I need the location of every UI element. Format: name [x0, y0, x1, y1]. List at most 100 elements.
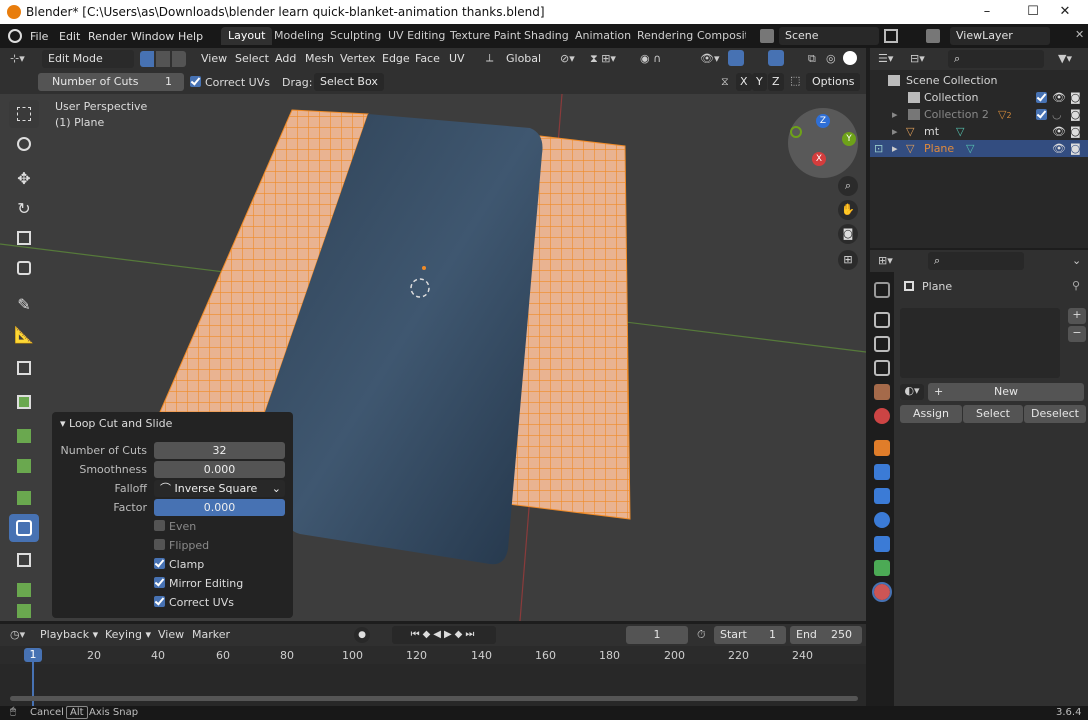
menu-view[interactable]: View — [201, 52, 227, 65]
clamp-toggle[interactable]: Clamp — [154, 558, 204, 571]
blender-menu-icon[interactable] — [8, 29, 22, 43]
drag-selector[interactable]: Select Box — [314, 73, 384, 91]
stopwatch-icon[interactable]: ⏱ — [697, 628, 706, 642]
gizmo-z[interactable]: Z — [816, 114, 830, 128]
current-frame-field[interactable]: 1 — [626, 626, 688, 644]
menu-help[interactable]: Help — [178, 30, 203, 43]
menu-add[interactable]: Add — [275, 52, 296, 65]
filter-icon[interactable]: ▼▾ — [1058, 52, 1072, 65]
move-tool-icon[interactable]: ✥ — [9, 164, 39, 192]
add-slot-button[interactable]: + — [1068, 308, 1086, 324]
zoom-icon[interactable]: ⌕ — [838, 176, 858, 196]
camera-render-icon[interactable]: ◙ — [1070, 106, 1081, 123]
expand-icon[interactable]: ▸ — [892, 106, 898, 123]
view-layer-icon[interactable] — [926, 29, 940, 43]
camera-icon[interactable]: ◙ — [838, 224, 858, 244]
copy-icon[interactable] — [884, 29, 898, 43]
display-mode-icon[interactable]: ⊟▾ — [910, 52, 925, 65]
timeline-scrollbar[interactable] — [10, 696, 858, 701]
falloff-selector[interactable]: ⌒ Inverse Square ⌄ — [154, 480, 285, 497]
material-tab-icon[interactable] — [872, 582, 892, 602]
tab-animation[interactable]: Animation — [568, 27, 638, 45]
axis-y-toggle[interactable]: Y — [752, 73, 767, 91]
shading-solid-icon[interactable] — [843, 51, 857, 65]
view-layer-selector[interactable]: ViewLayer — [950, 27, 1050, 45]
assign-button[interactable]: Assign — [900, 405, 962, 423]
material-slot-list[interactable] — [900, 308, 1060, 378]
tab-uv-editing[interactable]: UV Editing — [381, 27, 452, 45]
select-box-tool-icon[interactable] — [9, 100, 39, 128]
eye-icon[interactable]: 👁 — [1052, 123, 1066, 140]
snap-icon[interactable]: ⧗ ⊞▾ — [590, 52, 616, 66]
menu-playback[interactable]: Playback ▾ — [40, 628, 98, 641]
outliner-row-mt[interactable]: ▸ ▽ mt ▽ 👁 ◙ — [870, 123, 1088, 140]
mirror-editing-checkbox[interactable] — [154, 577, 165, 588]
visibility-icon[interactable]: 👁▾ — [700, 52, 720, 65]
playhead-label[interactable]: 1 — [24, 648, 42, 662]
menu-edit[interactable]: Edit — [59, 30, 80, 43]
camera-render-icon[interactable]: ◙ — [1070, 89, 1081, 106]
overlay-toggle-icon[interactable] — [768, 50, 784, 66]
rotate-tool-icon[interactable]: ↻ — [9, 194, 39, 222]
gizmo-toggle-icon[interactable] — [728, 50, 744, 66]
flipped-toggle[interactable]: Flipped — [154, 539, 209, 552]
tab-shading[interactable]: Shading — [517, 27, 576, 45]
remove-slot-button[interactable]: − — [1068, 326, 1086, 342]
particles-tab-icon[interactable] — [874, 488, 890, 504]
mode-selector[interactable]: Edit Mode — [42, 50, 134, 68]
proportional-edit-icon[interactable]: ◉ ∩ — [640, 52, 661, 65]
xray-icon[interactable]: ⧉ — [808, 52, 816, 66]
scene-selector[interactable]: Scene — [779, 27, 879, 45]
menu-render[interactable]: Render — [88, 30, 127, 43]
new-material-button[interactable]: + New — [928, 383, 1084, 401]
record-icon[interactable]: ● — [354, 627, 370, 643]
correct-uvs-checkbox[interactable] — [190, 76, 201, 87]
properties-editor-icon[interactable]: ⊞▾ — [878, 254, 893, 267]
tab-layout[interactable]: Layout — [221, 27, 273, 45]
clamp-checkbox[interactable] — [154, 558, 165, 569]
measure-tool-icon[interactable]: 📐 — [9, 320, 39, 348]
close-button[interactable]: ✕ — [1042, 0, 1088, 24]
gizmo-x[interactable]: X — [812, 152, 826, 166]
close-icon[interactable]: ✕ — [1075, 28, 1084, 41]
options-dropdown[interactable]: Options — [806, 73, 861, 91]
extrude-tool-icon[interactable] — [9, 388, 39, 416]
spin-tool-icon[interactable] — [9, 604, 39, 618]
loop-cut-tool-icon[interactable] — [9, 514, 39, 542]
smoothness-input[interactable]: 0.000 — [154, 461, 285, 478]
outliner-search-input[interactable]: ⌕ — [948, 50, 1044, 68]
add-cube-tool-icon[interactable] — [9, 354, 39, 382]
render-tab-icon[interactable] — [874, 312, 890, 328]
timeline-editor-icon[interactable]: ◷▾ — [10, 628, 25, 641]
properties-search-input[interactable]: ⌕ — [928, 252, 1024, 270]
menu-edge[interactable]: Edge — [382, 52, 410, 65]
correct-uvs-redo-toggle[interactable]: Correct UVs — [154, 596, 234, 609]
tool-tab-icon[interactable] — [874, 282, 890, 298]
pan-hand-icon[interactable]: ✋ — [838, 200, 858, 220]
scene-icon[interactable] — [760, 29, 774, 43]
pin-icon[interactable]: ⚲ — [1072, 279, 1080, 292]
factor-input[interactable]: 0.000 — [154, 499, 285, 516]
correct-uvs-redo-checkbox[interactable] — [154, 596, 165, 607]
chevron-down-icon[interactable]: ⌄ — [1072, 254, 1081, 267]
eye-icon[interactable]: 👁 — [1052, 89, 1066, 106]
playback-controls-icon[interactable]: ⏮◆◀▶◆⏭ — [392, 626, 496, 644]
inset-tool-icon[interactable] — [9, 422, 39, 450]
deselect-button[interactable]: Deselect — [1024, 405, 1086, 423]
material-browse-icon[interactable]: ◐▾ — [900, 384, 924, 400]
menu-face[interactable]: Face — [415, 52, 440, 65]
even-checkbox[interactable] — [154, 520, 165, 531]
physics-tab-icon[interactable] — [874, 512, 890, 528]
end-frame-field[interactable]: End 250 — [790, 626, 862, 644]
scale-tool-icon[interactable] — [9, 224, 39, 252]
redo-panel-loop-cut[interactable]: ▾ Loop Cut and Slide Number of Cuts 32 S… — [52, 412, 293, 618]
menu-mesh[interactable]: Mesh — [305, 52, 334, 65]
menu-uv[interactable]: UV — [449, 52, 465, 65]
orientation-selector[interactable]: Global — [500, 50, 550, 68]
constraints-tab-icon[interactable] — [874, 536, 890, 552]
annotate-tool-icon[interactable]: ✎ — [9, 290, 39, 318]
menu-keying[interactable]: Keying ▾ — [105, 628, 151, 641]
gizmo-neg-y[interactable] — [790, 126, 802, 138]
camera-render-icon[interactable]: ◙ — [1070, 140, 1081, 157]
tab-sculpting[interactable]: Sculpting — [323, 27, 388, 45]
